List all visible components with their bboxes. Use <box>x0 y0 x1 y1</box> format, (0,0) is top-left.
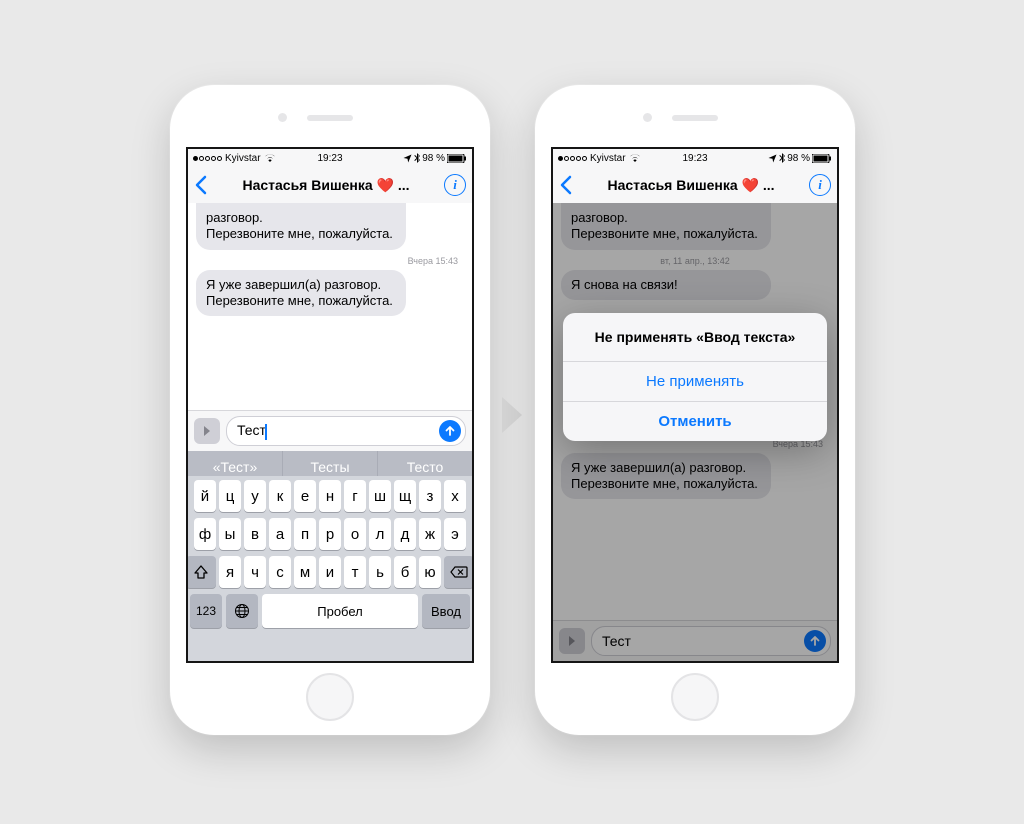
key[interactable]: к <box>269 480 291 512</box>
globe-key[interactable] <box>226 594 258 628</box>
phone-right: Kyivstar 19:23 98 % Настасья Вишенка ❤️ … <box>535 85 855 735</box>
composer-bar: Тест <box>188 410 472 451</box>
undo-typing-dialog: Не применять «Ввод текста» Не применять … <box>563 313 827 441</box>
dialog-cancel-button[interactable]: Отменить <box>563 402 827 441</box>
key[interactable]: н <box>319 480 341 512</box>
nav-title: Настасья Вишенка ❤️ ... <box>208 177 444 194</box>
key[interactable]: э <box>444 518 466 550</box>
key[interactable]: у <box>244 480 266 512</box>
key[interactable]: з <box>419 480 441 512</box>
home-button[interactable] <box>671 673 719 721</box>
key[interactable]: о <box>344 518 366 550</box>
key[interactable]: ч <box>244 556 266 588</box>
message-input[interactable]: Тест <box>226 416 466 446</box>
key-row: ячсмитьбю <box>190 556 470 588</box>
key[interactable]: п <box>294 518 316 550</box>
key[interactable]: ы <box>219 518 241 550</box>
clock-label: 19:23 <box>553 153 837 164</box>
back-button[interactable] <box>559 175 573 195</box>
key-row: фывапролджэ <box>190 518 470 550</box>
message-bubble: Я уже завершил(а) разговор. Перезвоните … <box>196 270 406 317</box>
key[interactable]: й <box>194 480 216 512</box>
camera-dot <box>643 113 652 122</box>
text-caret <box>265 424 267 440</box>
numeric-key[interactable]: 123 <box>190 594 222 628</box>
keyboard: йцукенгшщзх фывапролджэ ячсмитьбю 123 Пр… <box>188 476 472 661</box>
key[interactable]: е <box>294 480 316 512</box>
nav-title: Настасья Вишенка ❤️ ... <box>573 177 809 194</box>
timestamp: Вчера 15:43 <box>188 256 472 266</box>
key[interactable]: ш <box>369 480 391 512</box>
phone-left: Kyivstar 19:23 98 % Настасья Вишенка ❤️ … <box>170 85 490 735</box>
return-key[interactable]: Ввод <box>422 594 470 628</box>
speaker-slot <box>672 115 718 121</box>
info-button[interactable]: i <box>444 174 466 196</box>
screen-left: Kyivstar 19:23 98 % Настасья Вишенка ❤️ … <box>186 147 474 663</box>
key[interactable]: ю <box>419 556 441 588</box>
key[interactable]: а <box>269 518 291 550</box>
key[interactable]: я <box>219 556 241 588</box>
key-row: 123 Пробел Ввод <box>190 594 470 628</box>
status-bar: Kyivstar 19:23 98 % <box>553 149 837 167</box>
key[interactable]: г <box>344 480 366 512</box>
key[interactable]: ь <box>369 556 391 588</box>
key[interactable]: м <box>294 556 316 588</box>
send-button[interactable] <box>439 420 461 442</box>
nav-bar: Настасья Вишенка ❤️ ... i <box>188 167 472 204</box>
key[interactable]: б <box>394 556 416 588</box>
back-button[interactable] <box>194 175 208 195</box>
key[interactable]: в <box>244 518 266 550</box>
status-bar: Kyivstar 19:23 98 % <box>188 149 472 167</box>
backspace-key[interactable] <box>444 556 474 588</box>
space-key[interactable]: Пробел <box>262 594 418 628</box>
key-row: йцукенгшщзх <box>190 480 470 512</box>
key[interactable]: щ <box>394 480 416 512</box>
chat-area-left[interactable]: разговор. Перезвоните мне, пожалуйста. В… <box>188 203 472 413</box>
dialog-title: Не применять «Ввод текста» <box>563 313 827 362</box>
info-button[interactable]: i <box>809 174 831 196</box>
nav-bar: Настасья Вишенка ❤️ ... i <box>553 167 837 204</box>
canvas: Kyivstar 19:23 98 % Настасья Вишенка ❤️ … <box>0 0 1024 824</box>
speaker-slot <box>307 115 353 121</box>
key[interactable]: д <box>394 518 416 550</box>
dialog-undo-button[interactable]: Не применять <box>563 362 827 402</box>
screen-right: Kyivstar 19:23 98 % Настасья Вишенка ❤️ … <box>551 147 839 663</box>
shift-key[interactable] <box>186 556 216 588</box>
message-text: Тест <box>237 422 266 438</box>
key[interactable]: л <box>369 518 391 550</box>
key[interactable]: х <box>444 480 466 512</box>
clock-label: 19:23 <box>188 153 472 164</box>
key[interactable]: ц <box>219 480 241 512</box>
home-button[interactable] <box>306 673 354 721</box>
expand-apps-button[interactable] <box>194 418 220 444</box>
key[interactable]: ж <box>419 518 441 550</box>
camera-dot <box>278 113 287 122</box>
flow-arrow-icon <box>498 395 526 435</box>
key[interactable]: с <box>269 556 291 588</box>
key[interactable]: р <box>319 518 341 550</box>
key[interactable]: и <box>319 556 341 588</box>
message-bubble: разговор. Перезвоните мне, пожалуйста. <box>196 203 406 250</box>
key[interactable]: ф <box>194 518 216 550</box>
key[interactable]: т <box>344 556 366 588</box>
